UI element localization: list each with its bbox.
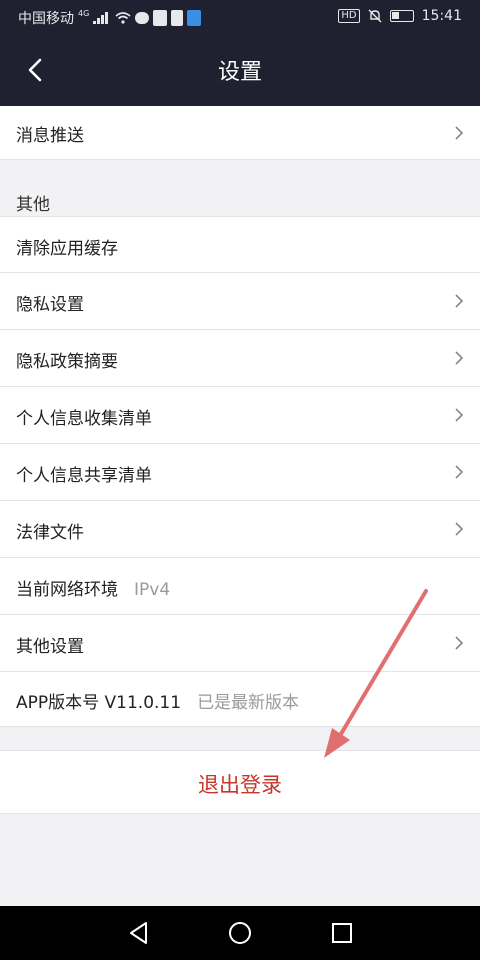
- settings-row-info-sharing[interactable]: 个人信息共享清单: [0, 444, 480, 501]
- version-status: 已是最新版本: [197, 693, 300, 713]
- logout-label: 退出登录: [198, 773, 282, 797]
- row-label: 隐私政策摘要: [16, 352, 118, 372]
- row-label: 其他设置: [16, 637, 84, 657]
- settings-row-version[interactable]: APP版本号 V11.0.11 已是最新版本: [0, 672, 480, 727]
- system-nav-bar: [0, 906, 480, 960]
- row-label: 个人信息收集清单: [16, 409, 152, 429]
- mute-icon: [368, 9, 382, 23]
- section-label: 其他: [16, 195, 50, 215]
- battery-icon: [389, 10, 414, 22]
- row-label: 清除应用缓存: [16, 239, 118, 259]
- row-label: 隐私设置: [16, 295, 84, 315]
- settings-row-info-collection[interactable]: 个人信息收集清单: [0, 387, 480, 444]
- settings-row-legal[interactable]: 法律文件: [0, 501, 480, 558]
- signal-icon: [93, 12, 111, 24]
- settings-row-other[interactable]: 其他设置: [0, 615, 480, 672]
- network-value: IPv4: [134, 580, 171, 600]
- page-title: 设置: [217, 60, 262, 85]
- app-notification-icon: [187, 10, 202, 26]
- app-notification-icon: [171, 10, 184, 26]
- chevron-right-icon: [455, 351, 464, 365]
- section-header-other: 其他: [0, 160, 480, 216]
- chevron-right-icon: [455, 294, 464, 308]
- settings-row-network: 当前网络环境 IPv4: [0, 558, 480, 615]
- wifi-icon: [115, 12, 131, 24]
- message-icon: [135, 12, 150, 24]
- row-label: 法律文件: [16, 523, 84, 543]
- chevron-right-icon: [455, 465, 464, 479]
- nav-recents-icon[interactable]: [329, 920, 355, 946]
- settings-row-clear-cache[interactable]: 清除应用缓存: [0, 216, 480, 273]
- carrier-label: 中国移动: [18, 11, 74, 27]
- chevron-right-icon: [455, 408, 464, 422]
- row-label: 消息推送: [16, 126, 84, 146]
- chevron-right-icon: [455, 126, 464, 140]
- settings-row-privacy[interactable]: 隐私设置: [0, 273, 480, 330]
- logout-button[interactable]: 退出登录: [0, 750, 480, 814]
- chevron-right-icon: [455, 522, 464, 536]
- settings-row-privacy-summary[interactable]: 隐私政策摘要: [0, 330, 480, 387]
- row-label: 当前网络环境: [16, 580, 118, 600]
- settings-row-push[interactable]: 消息推送: [0, 106, 480, 160]
- network-type: 4G: [78, 8, 90, 18]
- nav-home-icon[interactable]: [227, 920, 253, 946]
- nav-back-icon[interactable]: [126, 920, 152, 946]
- clock: 15:41: [421, 8, 462, 24]
- row-label: 个人信息共享清单: [16, 466, 152, 486]
- app-notification-icon: [153, 10, 168, 26]
- hd-badge: HD: [338, 9, 360, 23]
- chevron-right-icon: [455, 636, 464, 650]
- nav-bar: 设置: [0, 34, 480, 106]
- status-bar: 中国移动 4G HD 15:41: [0, 0, 480, 34]
- version-label: APP版本号 V11.0.11: [16, 693, 182, 713]
